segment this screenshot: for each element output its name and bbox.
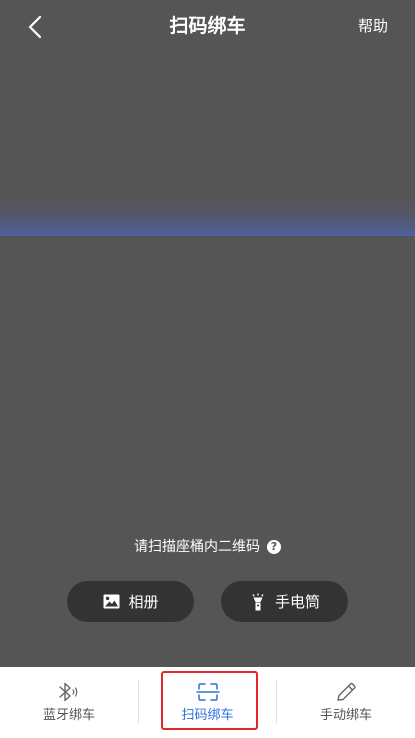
- tab-bluetooth-label: 蓝牙绑车: [42, 708, 95, 723]
- flashlight-button-label: 手电筒: [274, 593, 320, 611]
- tab-bluetooth-bind[interactable]: 蓝牙绑车: [0, 667, 138, 738]
- bluetooth-icon: [56, 681, 82, 703]
- scan-hint: 请扫描座桶内二维码 ?: [0, 536, 415, 558]
- tab-scan-label: 扫码绑车: [181, 708, 234, 723]
- tab-manual-bind[interactable]: 手动绑车: [277, 667, 415, 738]
- scan-line: [0, 196, 415, 236]
- scan-icon: [195, 681, 221, 703]
- help-link[interactable]: 帮助: [358, 15, 388, 37]
- scan-screen: 扫码绑车 帮助 请扫描座桶内二维码 ? 相册 手电筒 蓝牙绑车 扫码绑车 手动绑…: [0, 0, 415, 738]
- bottom-tab-bar: 蓝牙绑车 扫码绑车 手动绑车: [0, 667, 415, 738]
- pencil-icon: [333, 681, 359, 703]
- album-button[interactable]: 相册: [67, 581, 194, 622]
- album-button-label: 相册: [128, 593, 159, 611]
- tab-scan-bind[interactable]: 扫码绑车: [139, 667, 276, 738]
- flashlight-button[interactable]: 手电筒: [221, 581, 348, 622]
- flashlight-icon: [249, 593, 267, 611]
- page-title: 扫码绑车: [169, 15, 246, 37]
- header-bar: 扫码绑车 帮助: [0, 0, 415, 52]
- image-icon: [102, 593, 120, 611]
- scan-hint-text: 请扫描座桶内二维码: [134, 539, 260, 555]
- tab-manual-label: 手动绑车: [319, 708, 372, 723]
- question-icon[interactable]: ?: [267, 540, 281, 554]
